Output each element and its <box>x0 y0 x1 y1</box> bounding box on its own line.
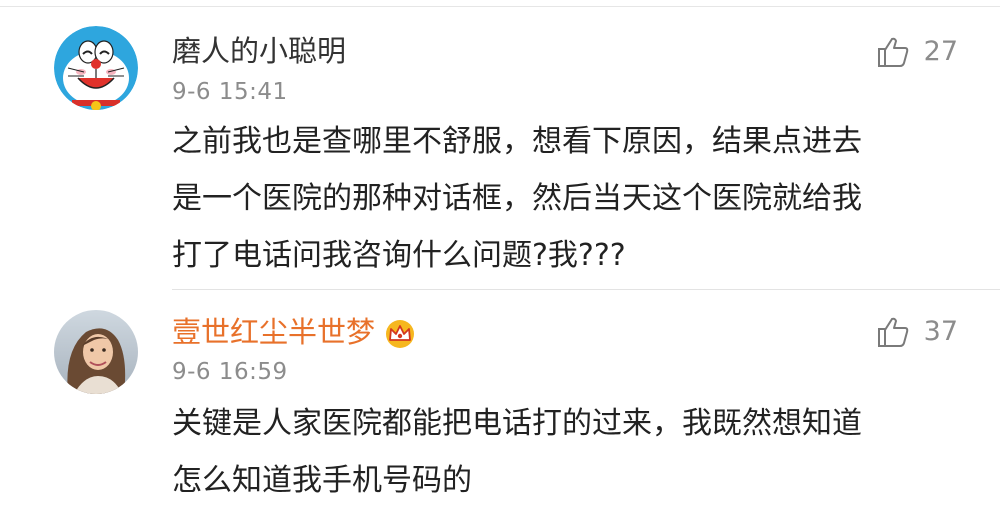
comment-item: 壹世红尘半世梦 9-6 16:59 37 关键是人家医院都能把电话打的过来，我既… <box>0 290 1000 513</box>
crown-icon <box>386 320 415 348</box>
comment-timestamp: 9-6 16:59 <box>172 359 288 385</box>
comment-text: 关键是人家医院都能把电话打的过来，我既然想知道 怎么知道我手机号码的 <box>172 395 962 509</box>
avatar[interactable] <box>54 26 138 110</box>
comment-text-line: 是一个医院的那种对话框，然后当天这个医院就给我 <box>172 181 862 216</box>
comment-text-line: 怎么知道我手机号码的 <box>172 463 472 498</box>
thumbs-up-icon <box>877 37 908 67</box>
username[interactable]: 磨人的小聪明 <box>172 33 346 69</box>
like-count: 37 <box>923 316 958 347</box>
comment-item: 磨人的小聪明 9-6 15:41 27 之前我也是查哪里不舒服，想看下原因，结果… <box>0 0 1000 290</box>
comment-text-line: 打了电话问我咨询什么问题?我??? <box>172 238 626 273</box>
like-button[interactable]: 37 <box>876 316 958 348</box>
comment-text-line: 之前我也是查哪里不舒服，想看下原因，结果点进去 <box>172 124 862 159</box>
comment-text-line: 关键是人家医院都能把电话打的过来，我既然想知道 <box>172 406 862 441</box>
username[interactable]: 壹世红尘半世梦 <box>172 314 417 350</box>
avatar[interactable] <box>54 310 138 394</box>
like-button[interactable]: 27 <box>876 36 958 68</box>
doraemon-avatar-icon <box>54 26 138 110</box>
comment-text: 之前我也是查哪里不舒服，想看下原因，结果点进去 是一个医院的那种对话框，然后当天… <box>172 113 962 284</box>
user-photo-avatar-icon <box>54 310 138 394</box>
thumbs-up-icon <box>877 317 908 347</box>
username-text: 壹世红尘半世梦 <box>172 315 376 349</box>
like-count: 27 <box>923 36 958 67</box>
comment-timestamp: 9-6 15:41 <box>172 79 288 105</box>
